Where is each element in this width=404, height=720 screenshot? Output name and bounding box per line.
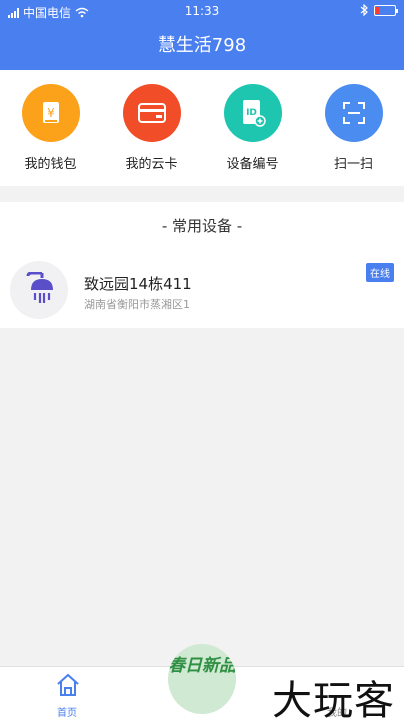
card-icon	[122, 84, 181, 142]
home-icon	[57, 673, 79, 696]
device-item[interactable]: 致远园14栋411 湖南省衡阳市蒸湘区1 在线	[0, 250, 404, 328]
watermark-logo: 大玩客	[272, 678, 395, 720]
battery-icon	[374, 4, 398, 16]
svg-text:ID: ID	[246, 108, 257, 118]
shortcut-label: 我的云卡	[125, 157, 178, 172]
tab-home[interactable]: 首页	[27, 667, 107, 720]
wallet-icon: ¥	[21, 84, 80, 142]
shortcut-wallet[interactable]: ¥ 我的钱包	[0, 70, 101, 186]
shortcut-cloud-card[interactable]: 我的云卡	[101, 70, 202, 186]
device-name: 致远园14栋411	[84, 275, 192, 293]
page-title: 慧生活798	[0, 22, 404, 70]
shortcut-grid: ¥ 我的钱包 我的云卡 ID 设备编号 扫一扫	[0, 70, 404, 186]
status-bar: 中国电信 11:33	[0, 0, 404, 22]
section-title: - 常用设备 -	[0, 202, 404, 250]
shower-icon	[10, 261, 68, 319]
tab-home-label: 首页	[57, 708, 77, 719]
scan-icon	[324, 84, 383, 142]
promo-badge[interactable]: 春日新品	[168, 644, 236, 714]
device-address: 湖南省衡阳市蒸湘区1	[84, 298, 190, 311]
shortcut-device-id[interactable]: ID 设备编号	[202, 70, 303, 186]
shortcut-label: 设备编号	[226, 157, 279, 172]
device-id-icon: ID	[223, 84, 282, 142]
status-time: 11:33	[184, 4, 220, 18]
promo-text: 春日新品	[168, 656, 236, 676]
shortcut-label: 我的钱包	[24, 157, 77, 172]
status-right	[360, 4, 398, 16]
shortcut-scan[interactable]: 扫一扫	[303, 70, 404, 186]
bluetooth-icon	[360, 4, 368, 16]
svg-text:¥: ¥	[47, 106, 55, 120]
shortcut-label: 扫一扫	[333, 157, 373, 172]
status-badge: 在线	[366, 263, 394, 282]
